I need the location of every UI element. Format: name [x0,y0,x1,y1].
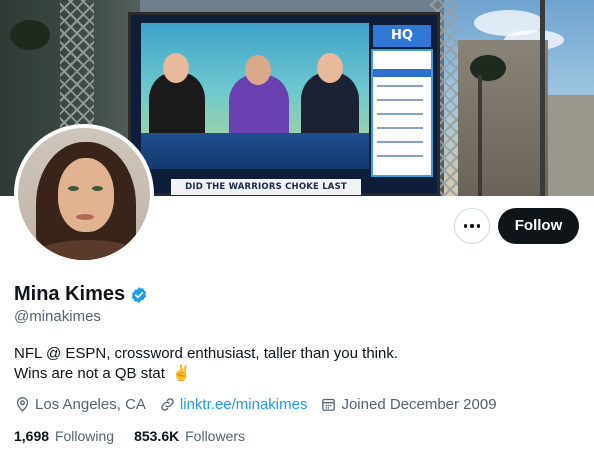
avatar[interactable] [14,124,154,264]
profile-name-row: Mina Kimes [14,283,148,306]
banner-tv-screen: HQ DID THE WARRIORS CHOKE LAST NIGHT? [128,12,440,196]
more-options-button[interactable] [454,208,490,244]
bio-line-1: NFL @ ESPN, crossword enthusiast, taller… [14,345,399,362]
profile-handle: @minakimes [14,308,101,325]
followers-link[interactable]: 853.6K Followers [134,428,245,444]
joined-item: Joined December 2009 [320,396,497,413]
profile-stats: 1,698 Following 853.6K Followers [14,428,265,444]
banner-chyron: DID THE WARRIORS CHOKE LAST NIGHT? [171,179,361,195]
bio-line-2: Wins are not a QB stat ✌ [14,365,191,382]
followers-label: Followers [185,428,246,444]
victory-hand-icon: ✌ [172,365,191,382]
following-count: 1,698 [14,428,50,444]
website-item[interactable]: linktr.ee/minakimes [159,396,308,413]
location-text: Los Angeles, CA [35,396,146,413]
following-link[interactable]: 1,698 Following [14,428,114,444]
banner-side-panel [371,49,433,177]
location-pin-icon [16,397,29,412]
following-label: Following [54,428,115,444]
verified-badge-icon[interactable] [130,286,148,304]
link-icon [161,398,174,411]
website-link[interactable]: linktr.ee/minakimes [180,396,308,413]
location-item: Los Angeles, CA [14,396,146,413]
ellipsis-icon [462,224,482,228]
follow-button[interactable]: Follow [498,208,579,244]
profile-bio: NFL @ ESPN, crossword enthusiast, taller… [14,344,398,384]
joined-text: Joined December 2009 [341,396,497,413]
followers-count: 853.6K [134,428,180,444]
anchor-right [301,73,359,141]
profile-name: Mina Kimes [14,283,126,305]
hq-badge: HQ [373,25,431,47]
calendar-icon [322,398,336,411]
profile-meta: Los Angeles, CA linktr.ee/minakimes Join… [14,396,510,413]
